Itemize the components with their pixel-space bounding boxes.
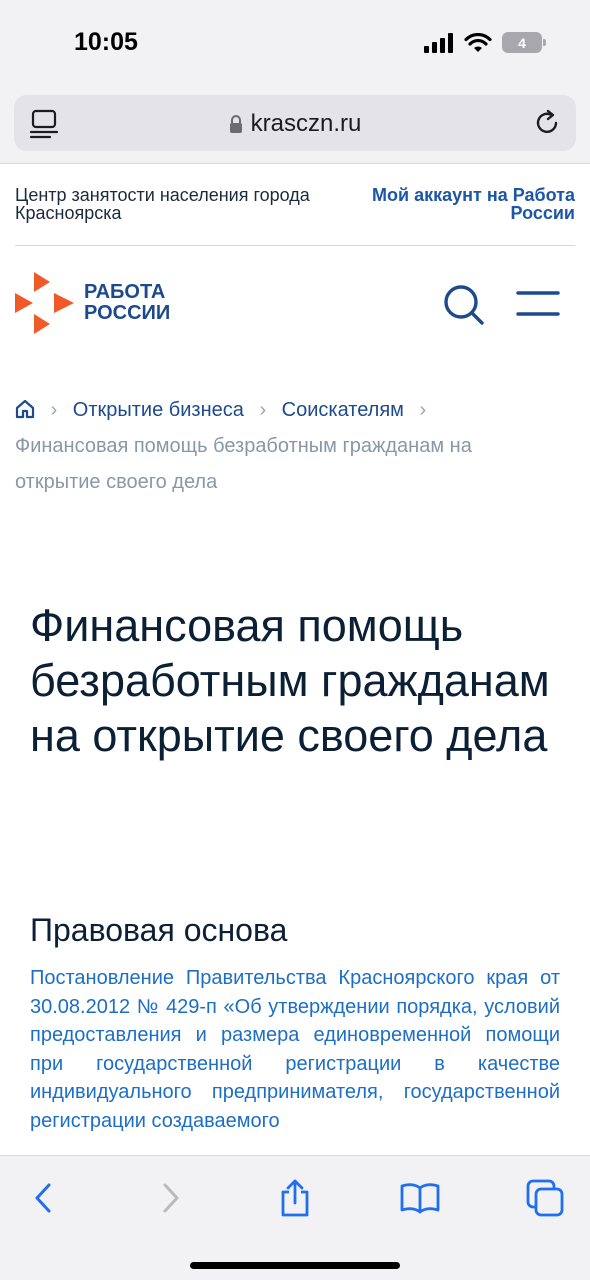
url-display[interactable]: krasczn.ru — [14, 110, 576, 138]
battery-icon: 4 — [502, 32, 546, 53]
chevron-right-icon: › — [259, 399, 267, 421]
hamburger-menu-icon[interactable] — [516, 290, 560, 318]
address-bar[interactable]: krasczn.ru — [14, 95, 576, 151]
chevron-right-icon: › — [50, 399, 58, 421]
cellular-signal-icon — [424, 32, 453, 53]
breadcrumb-item-business[interactable]: Открытие бизнеса — [73, 399, 244, 421]
logo-text: РАБОТА РОССИИ — [84, 282, 170, 324]
status-time: 10:05 — [74, 28, 138, 56]
browser-address-area: krasczn.ru — [0, 92, 590, 164]
back-button[interactable] — [18, 1176, 68, 1220]
legal-basis-link[interactable]: Постановление Правительства Красноярског… — [30, 964, 560, 1135]
breadcrumb-item-jobseekers[interactable]: Соискателям — [282, 399, 404, 421]
breadcrumb: › Открытие бизнеса › Соискателям › Финан… — [15, 392, 555, 500]
section-title: Правовая основа — [30, 912, 288, 948]
site-top-strip: Центр занятости населения города Красноя… — [15, 186, 575, 246]
share-icon — [281, 1179, 309, 1217]
back-icon — [35, 1183, 51, 1213]
site-logo[interactable]: РАБОТА РОССИИ — [14, 270, 170, 336]
share-button[interactable] — [270, 1176, 320, 1220]
bookmarks-button[interactable] — [395, 1176, 445, 1220]
center-name: Центр занятости населения города Красноя… — [15, 185, 310, 223]
status-bar: 10:05 4 — [0, 0, 590, 92]
lock-icon — [229, 115, 242, 133]
tabs-button[interactable] — [520, 1176, 570, 1220]
home-indicator — [190, 1262, 400, 1269]
page-title: Финансовая помощь безработным гражданам … — [30, 600, 550, 761]
breadcrumb-current: Финансовая помощь безработным гражданам … — [15, 435, 472, 493]
forward-button[interactable] — [146, 1176, 196, 1220]
forward-icon — [163, 1183, 179, 1213]
tabs-icon — [526, 1179, 564, 1217]
logo-arrows-icon — [15, 272, 74, 334]
chevron-right-icon: › — [419, 399, 427, 421]
search-icon[interactable] — [443, 284, 485, 326]
status-icons: 4 — [424, 32, 546, 53]
account-link[interactable]: Мой аккаунт на Работа России — [355, 186, 575, 222]
wifi-icon — [464, 32, 492, 52]
home-icon[interactable] — [15, 399, 35, 419]
reload-icon[interactable] — [534, 108, 562, 138]
bookmarks-icon — [400, 1183, 440, 1214]
url-text: krasczn.ru — [250, 110, 362, 137]
battery-level: 4 — [518, 34, 526, 51]
logo-line-2: РОССИИ — [84, 302, 171, 324]
logo-line-1: РАБОТА — [84, 281, 166, 303]
